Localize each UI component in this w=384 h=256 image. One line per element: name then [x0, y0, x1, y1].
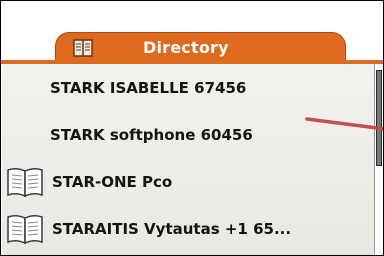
list-item[interactable]: STARK softphone 60456 [2, 113, 374, 157]
directory-window: Directory STARK ISABELLE 67456 STARK sof… [0, 0, 384, 256]
list-item[interactable]: STAR-ONE Pco [2, 160, 374, 204]
scroll-thumb[interactable] [376, 70, 382, 166]
entry-name: STAR-ONE Pco [52, 173, 173, 191]
phonebook-icon [73, 39, 93, 57]
entry-name: STARK softphone 60456 [50, 126, 253, 144]
list-item[interactable]: STARK ISABELLE 67456 [2, 66, 374, 110]
list-item[interactable]: STARAITIS Vytautas +1 65... [2, 207, 374, 251]
scrollbar[interactable] [374, 64, 383, 255]
tab-strip: Directory [2, 2, 382, 62]
book-icon [7, 167, 43, 198]
entry-name: STARK ISABELLE 67456 [50, 79, 247, 97]
tab-directory[interactable]: Directory [55, 32, 346, 62]
directory-list: STARK ISABELLE 67456 STARK softphone 604… [2, 64, 374, 255]
entry-name: STARAITIS Vytautas +1 65... [52, 220, 292, 238]
tab-label: Directory [143, 38, 229, 57]
book-icon [7, 214, 43, 245]
